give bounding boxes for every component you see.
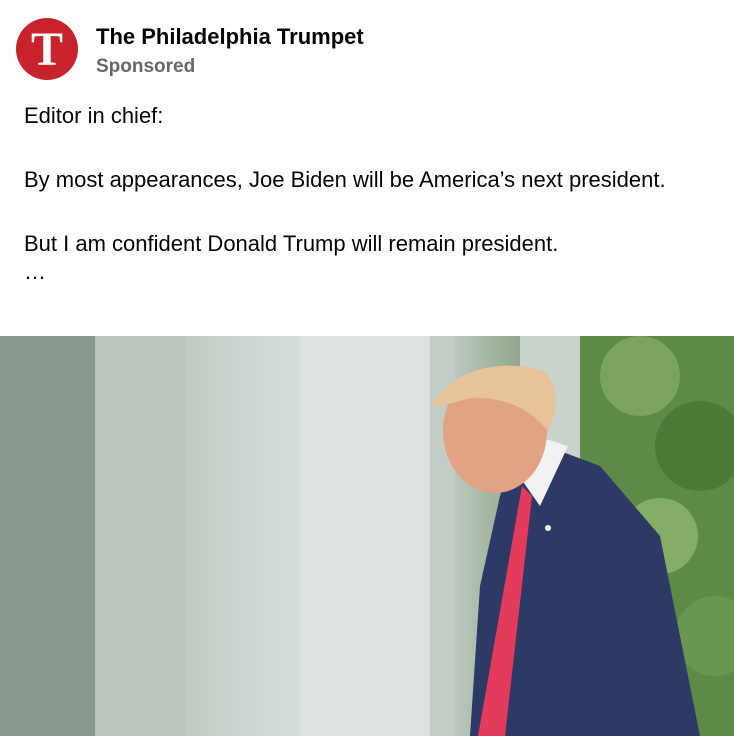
photo-shadow-wall (0, 336, 95, 736)
sponsored-post: T The Philadelphia Trumpet Sponsored Edi… (0, 0, 734, 736)
photo-illustration (0, 336, 734, 736)
avatar-logo-letter: T (30, 23, 63, 76)
post-text-line: But I am confident Donald Trump will rem… (24, 231, 559, 256)
post-text-line: Editor in chief: (24, 103, 164, 128)
photo-foliage-leaf (600, 336, 680, 416)
post-text: Editor in chief: By most appearances, Jo… (24, 100, 714, 284)
post-text-line: By most appearances, Joe Biden will be A… (24, 167, 666, 192)
see-more-ellipsis[interactable]: … (24, 260, 714, 284)
sponsored-label[interactable]: Sponsored (96, 56, 195, 78)
post-header: T The Philadelphia Trumpet Sponsored (16, 18, 716, 82)
page-avatar[interactable]: T (16, 18, 78, 80)
photo-column (95, 336, 185, 736)
page-name-link[interactable]: The Philadelphia Trumpet (96, 24, 364, 50)
photo-figure-pin (545, 525, 551, 531)
photo-column (300, 336, 430, 736)
post-photo[interactable] (0, 336, 734, 736)
